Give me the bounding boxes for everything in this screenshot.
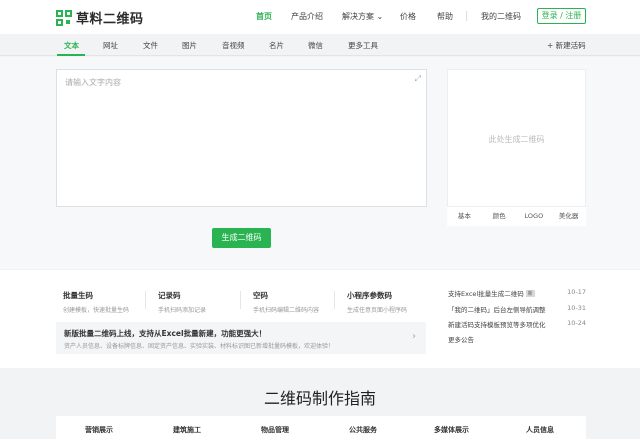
- style-tabs: 基本 颜色 LOGO 美化器: [447, 207, 586, 226]
- new-dynamic-code-link[interactable]: + 新建活码: [547, 40, 586, 51]
- news-date: 10-24: [567, 319, 586, 327]
- news-date: 10-17: [567, 288, 586, 296]
- qr-preview-panel: 此处生成二维码: [447, 69, 586, 207]
- nav-my-codes[interactable]: 我的二维码: [481, 11, 521, 22]
- feature-empty-code[interactable]: 空码 手机扫码编辑二维码内容: [253, 290, 319, 314]
- tab-image[interactable]: 图片: [182, 40, 197, 51]
- news-text: 支持Excel批量生成二维码新: [448, 288, 535, 298]
- login-button[interactable]: 登录 / 注册: [537, 8, 586, 24]
- tab-text[interactable]: 文本: [64, 40, 79, 51]
- tab-card[interactable]: 名片: [269, 40, 284, 51]
- news-date: 10-31: [567, 304, 586, 312]
- feature-desc: 创建模板，快速批量生码: [63, 307, 130, 314]
- feature-desc: 生成任意页面小程序码: [347, 307, 408, 314]
- chevron-right-icon: ›: [412, 331, 416, 342]
- guide-cat-multimedia[interactable]: 多媒体展示: [434, 425, 469, 435]
- nav-home[interactable]: 首页: [256, 11, 272, 22]
- qr-logo-icon: [56, 9, 72, 26]
- tab-more-tools[interactable]: 更多工具: [348, 40, 378, 51]
- feature-title: 批量生码: [63, 291, 93, 300]
- text-input-area[interactable]: 请输入文字内容 ⤢: [56, 69, 427, 207]
- tab-audio-video[interactable]: 音视频: [222, 40, 245, 51]
- brand-logo[interactable]: 草料二维码: [56, 8, 144, 27]
- feature-title: 记录码: [158, 291, 181, 300]
- banner-title: 新版批量二维码上线，支持从Excel批量新建，功能更强大！: [64, 329, 267, 338]
- nav-solutions-label: 解决方案: [342, 12, 374, 21]
- guide-title: 二维码制作指南: [263, 389, 376, 408]
- tab-url[interactable]: 网址: [103, 40, 118, 51]
- news-title: 更多公告: [448, 336, 474, 344]
- guide-cat-marketing[interactable]: 营销展示: [85, 425, 113, 435]
- announcement-banner[interactable]: 新版批量二维码上线，支持从Excel批量新建，功能更强大！ 资产人员信息、设备标…: [56, 322, 426, 354]
- feature-miniprogram[interactable]: 小程序参数码 生成任意页面小程序码: [347, 290, 407, 314]
- brand-name: 草料二维码: [76, 12, 144, 27]
- generate-qr-button[interactable]: 生成二维码: [212, 228, 271, 248]
- style-tab-logo[interactable]: LOGO: [517, 207, 552, 226]
- guide-cat-people[interactable]: 人员信息: [526, 425, 554, 435]
- guide-cat-asset[interactable]: 物品管理: [261, 425, 289, 435]
- nav-solutions[interactable]: 解决方案 ⌄: [342, 11, 383, 22]
- style-tab-beautifier[interactable]: 美化器: [551, 207, 586, 226]
- feature-divider: [334, 291, 335, 309]
- feature-title: 空码: [253, 291, 268, 300]
- qr-preview-placeholder: 此处生成二维码: [488, 135, 545, 144]
- feature-record[interactable]: 记录码 手机扫码添加记录: [158, 290, 206, 314]
- tab-wechat[interactable]: 微信: [308, 40, 323, 51]
- news-title: 「我的二维码」后台左侧导航调整: [448, 306, 546, 314]
- chevron-down-icon: ⌄: [376, 12, 384, 21]
- tab-file[interactable]: 文件: [143, 40, 158, 51]
- new-badge: 新: [525, 290, 535, 297]
- feature-desc: 手机扫码编辑二维码内容: [253, 307, 320, 314]
- nav-divider: [466, 11, 467, 21]
- news-title: 新建活码支持模板预览等多项优化: [448, 321, 546, 329]
- feature-desc: 手机扫码添加记录: [158, 307, 207, 314]
- feature-title: 小程序参数码: [347, 291, 392, 300]
- news-title: 支持Excel批量生成二维码: [448, 290, 524, 298]
- guide-cat-public[interactable]: 公共服务: [349, 425, 377, 435]
- guide-cat-construction[interactable]: 建筑施工: [173, 425, 201, 435]
- guide-category-bar: [56, 416, 586, 439]
- nav-pricing[interactable]: 价格: [400, 11, 416, 22]
- top-navbar: 草料二维码 首页 产品介绍 解决方案 ⌄ 价格 帮助 我的二维码 登录 / 注册: [0, 0, 640, 34]
- style-tab-basic[interactable]: 基本: [447, 207, 482, 226]
- feature-divider: [240, 291, 241, 309]
- banner-desc: 资产人员信息、设备标牌信息、固定资产信息、实验实装、材料标识图已新增批量码模板，…: [64, 343, 335, 350]
- style-tab-color[interactable]: 颜色: [482, 207, 517, 226]
- active-tab-indicator: [57, 54, 85, 56]
- nav-product[interactable]: 产品介绍: [291, 11, 323, 22]
- expand-icon[interactable]: ⤢: [415, 74, 421, 84]
- feature-divider: [145, 291, 146, 309]
- feature-batch[interactable]: 批量生码 创建模板，快速批量生码: [63, 290, 129, 314]
- nav-help[interactable]: 帮助: [437, 11, 453, 22]
- text-input-placeholder: 请输入文字内容: [65, 78, 121, 87]
